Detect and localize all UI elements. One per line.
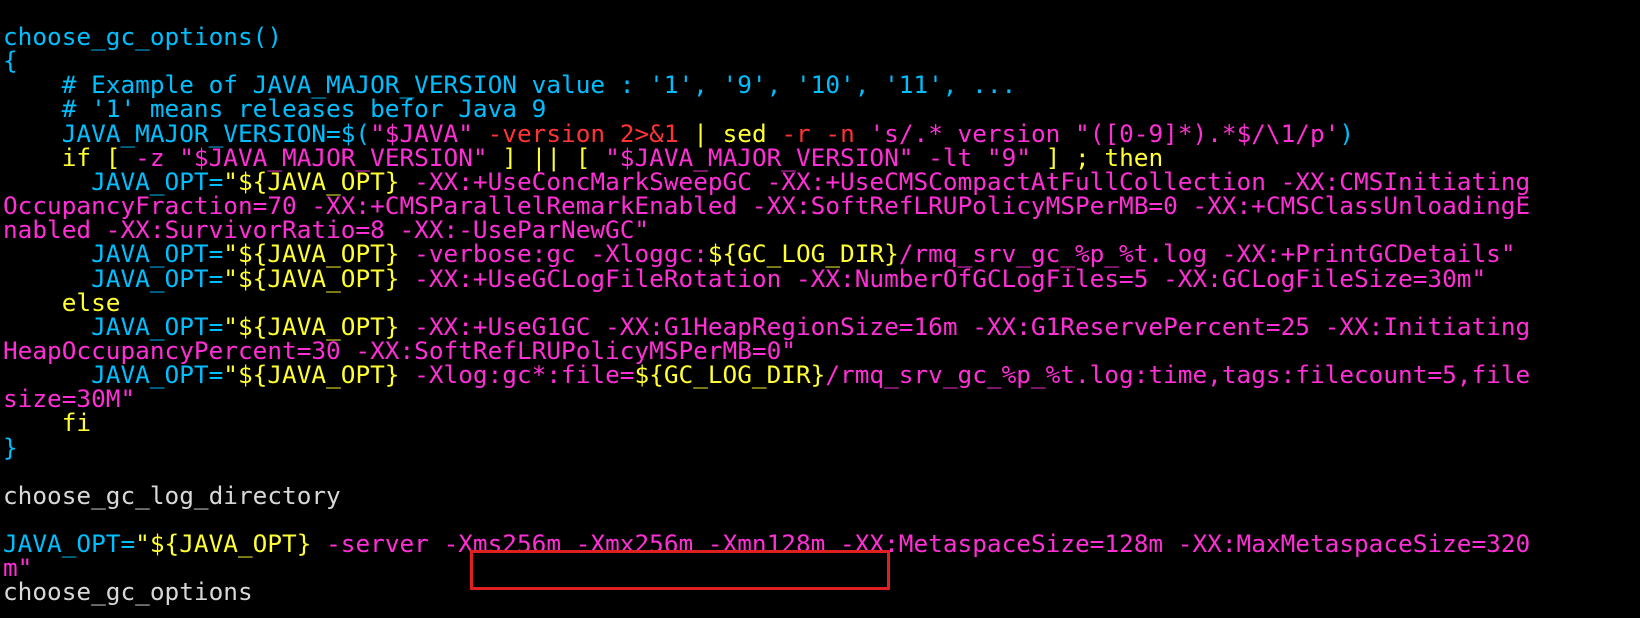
code-token: "${JAVA_OPT} (223, 263, 400, 293)
terminal-line: JAVA_OPT="${JAVA_OPT} -XX:+UseGCLogFileR… (3, 263, 1487, 293)
terminal-line: choose_gc_log_directory (3, 480, 341, 510)
code-token: choose_gc_options (3, 577, 253, 607)
code-token: -Xlog:gc*:file= (399, 360, 635, 390)
code-token: -server (311, 529, 444, 559)
code-token: ${GC_LOG_DIR} (634, 360, 826, 390)
code-token: choose_gc_log_directory (3, 480, 341, 510)
code-token: -XX:+UseGCLogFileRotation -XX:NumberOfGC… (399, 263, 1487, 293)
terminal-line: JAVA_OPT="${JAVA_OPT} -Xlog:gc*:file=${G… (3, 362, 1530, 388)
terminal-line: JAVA_OPT="${JAVA_OPT} -server -Xms256m -… (3, 531, 1530, 557)
terminal-line: choose_gc_options (3, 579, 253, 605)
code-token: "${JAVA_OPT} (223, 360, 400, 390)
code-token: } (3, 432, 18, 462)
code-token: -XX:MetaspaceSize=128m -XX:MaxMetaspaceS… (825, 529, 1531, 559)
code-token: -Xms256m -Xmx256m -Xmn128m (443, 529, 826, 559)
code-token: "${JAVA_OPT} (135, 529, 312, 559)
code-token: ) (1339, 118, 1355, 148)
terminal-line: choose_gc_options() (3, 24, 282, 50)
terminal-window: choose_gc_options(){ # Example of JAVA_M… (0, 0, 1640, 618)
code-token: choose_gc_options() (3, 22, 283, 51)
terminal-line: } (3, 432, 18, 462)
code-token: /rmq_srv_gc_%p_%t.log:time,tags:filecoun… (825, 360, 1531, 390)
